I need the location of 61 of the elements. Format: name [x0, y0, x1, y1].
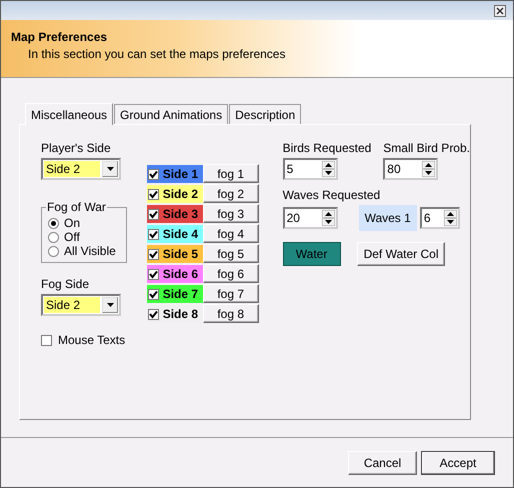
side-label: Side 3	[162, 207, 198, 221]
waves-label: Waves 1	[358, 205, 417, 231]
small-bird-spin-field[interactable]: 80	[383, 158, 438, 180]
window-subtitle: In this section you can set the maps preferences	[28, 47, 286, 61]
spinner-arrows-icon	[322, 210, 335, 226]
side-label: Side 7	[162, 287, 198, 301]
checkbox[interactable]	[148, 188, 159, 200]
water-color-button[interactable]: Water	[282, 242, 341, 266]
fog-button[interactable]: fog 6	[202, 264, 259, 283]
fog-button[interactable]: fog 3	[202, 204, 259, 223]
dropdown-arrow-icon	[106, 303, 114, 307]
waves-spin-field[interactable]: 20	[282, 207, 338, 229]
side-label: Side 2	[162, 187, 198, 201]
spinner-arrows-icon	[322, 161, 335, 177]
fog-button[interactable]: fog 4	[202, 224, 259, 243]
side-label: Side 5	[162, 247, 198, 261]
spinner-arrows-icon	[422, 161, 436, 177]
field-label: Birds Requested	[282, 141, 372, 155]
fog-button[interactable]: fog 5	[202, 244, 259, 263]
dropdown-arrow-icon	[106, 167, 114, 171]
players-side-dropdown[interactable]: Side 2	[41, 158, 121, 180]
radio-button[interactable]	[48, 218, 59, 228]
checkbox[interactable]	[148, 248, 159, 260]
side-label: Side 1	[162, 167, 198, 181]
spinner-arrows-icon	[444, 210, 457, 226]
side-label: Side 8	[162, 307, 198, 321]
radio-label: Off	[64, 230, 80, 244]
fog-side-dropdown[interactable]: Side 2	[41, 294, 121, 316]
dialog-button[interactable]: Accept	[421, 450, 495, 474]
field-label: Small Bird Prob.	[383, 141, 470, 155]
checkbox[interactable]	[41, 334, 52, 346]
window-title: Map Preferences	[11, 30, 108, 44]
birds-spin-field[interactable]: 5	[282, 158, 338, 180]
field-label: Player's Side	[41, 141, 112, 155]
group-label: Fog of War	[46, 200, 107, 214]
default-water-color-button[interactable]: Def Water Col	[356, 242, 446, 266]
checkbox[interactable]	[148, 168, 159, 180]
checkbox[interactable]	[148, 308, 159, 320]
field-label: Fog Side	[41, 277, 90, 291]
checkbox[interactable]	[148, 228, 159, 240]
fog-button[interactable]: fog 2	[202, 184, 259, 203]
radio-button[interactable]	[48, 232, 59, 242]
checkbox-label: Mouse Texts	[58, 333, 126, 347]
tab[interactable]: Ground Animations	[114, 104, 228, 124]
waves-index-spin-field[interactable]: 6	[420, 207, 460, 229]
close-icon[interactable]	[494, 4, 506, 16]
field-label: Waves Requested	[282, 188, 382, 202]
radio-label: On	[64, 216, 80, 230]
fog-button[interactable]: fog 1	[202, 164, 259, 183]
checkbox[interactable]	[148, 288, 159, 300]
side-label: Side 4	[162, 227, 198, 241]
radio-label: All Visible	[64, 244, 116, 258]
checkbox[interactable]	[148, 208, 159, 220]
fog-button[interactable]: fog 7	[202, 284, 259, 303]
side-label: Side 6	[162, 267, 198, 281]
fog-button[interactable]: fog 8	[202, 304, 259, 323]
dialog-button[interactable]: Cancel	[348, 450, 417, 474]
tab[interactable]: Miscellaneous	[25, 103, 114, 125]
radio-button[interactable]	[48, 246, 59, 256]
checkbox[interactable]	[148, 268, 159, 280]
tab[interactable]: Description	[229, 104, 302, 124]
